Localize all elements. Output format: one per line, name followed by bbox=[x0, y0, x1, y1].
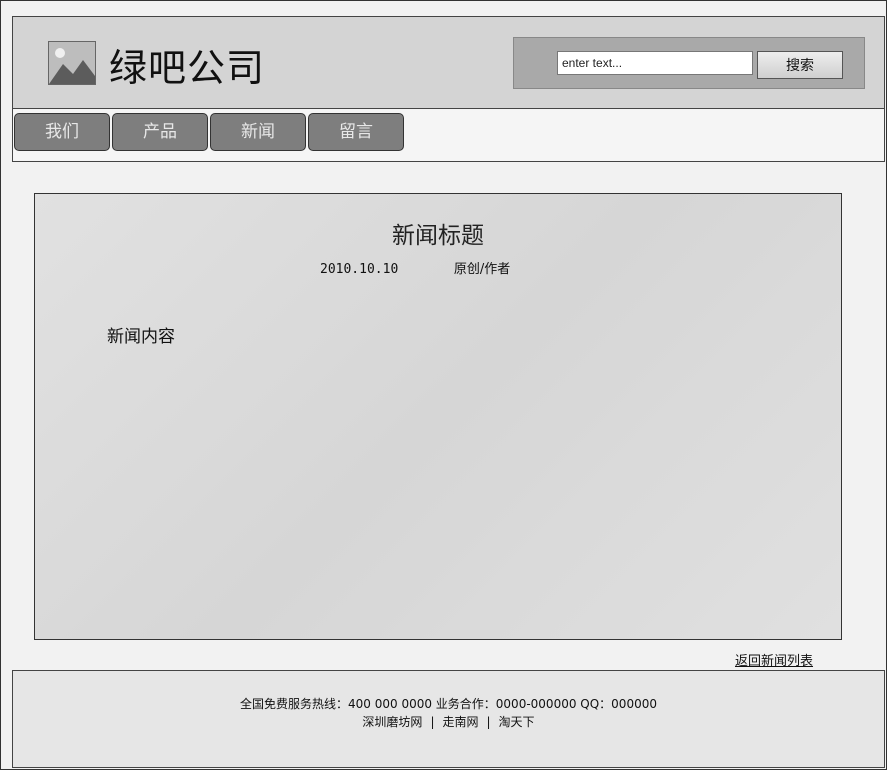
news-title: 新闻标题 bbox=[392, 223, 484, 249]
news-meta: 2010.10.10 原创/作者 bbox=[320, 258, 510, 277]
news-date: 2010.10.10 bbox=[320, 262, 399, 277]
nav-item-us[interactable]: 我们 bbox=[14, 113, 110, 151]
search-button[interactable]: 搜索 bbox=[757, 51, 843, 79]
image-placeholder-icon bbox=[48, 41, 96, 85]
footer-link-zounan[interactable]: 走南网 bbox=[442, 715, 478, 729]
nav-item-messages[interactable]: 留言 bbox=[308, 113, 404, 151]
nav-item-news[interactable]: 新闻 bbox=[210, 113, 306, 151]
main-nav: 我们 产品 新闻 留言 bbox=[14, 113, 406, 151]
back-to-news-list-link[interactable]: 返回新闻列表 bbox=[735, 650, 813, 669]
footer-links: 深圳磨坊网 | 走南网 | 淘天下 bbox=[13, 713, 884, 730]
search-input[interactable] bbox=[557, 51, 753, 75]
news-source: 原创/作者 bbox=[453, 262, 511, 277]
news-content: 新闻内容 bbox=[107, 327, 175, 347]
footer-link-mofang[interactable]: 深圳磨坊网 bbox=[362, 715, 422, 729]
footer-link-taotianxia[interactable]: 淘天下 bbox=[499, 715, 535, 729]
company-name: 绿吧公司 bbox=[109, 46, 266, 90]
search-panel: 搜索 bbox=[513, 37, 865, 89]
footer-hotline: 全国免费服务热线：400 000 0000 业务合作：0000-000000 Q… bbox=[240, 697, 657, 711]
site-footer: 全国免费服务热线：400 000 0000 业务合作：0000-000000 Q… bbox=[12, 670, 885, 768]
news-article: 新闻标题 2010.10.10 原创/作者 新闻内容 bbox=[34, 193, 842, 640]
footer-separator: | bbox=[486, 715, 491, 729]
footer-separator: | bbox=[430, 715, 435, 729]
nav-bar: 我们 产品 新闻 留言 bbox=[12, 108, 885, 162]
nav-item-products[interactable]: 产品 bbox=[112, 113, 208, 151]
site-header: 绿吧公司 搜索 bbox=[12, 16, 885, 109]
